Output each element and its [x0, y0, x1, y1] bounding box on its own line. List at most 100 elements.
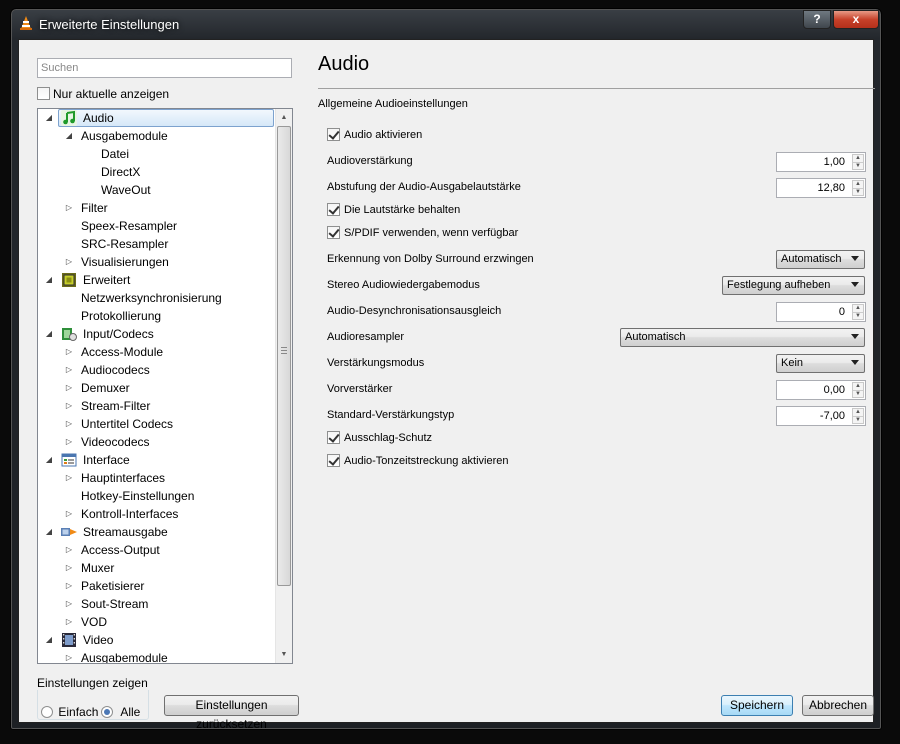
- option-checkbox-row[interactable]: Ausschlag-Schutz: [327, 431, 432, 444]
- tree-item[interactable]: ▷ Demuxer: [38, 379, 275, 397]
- tree-item[interactable]: Netzwerksynchronisierung: [38, 289, 275, 307]
- tree-item[interactable]: ▷ Stream-Filter: [38, 397, 275, 415]
- collapsed-arrow-icon[interactable]: ▷: [64, 379, 74, 397]
- option-spinbox[interactable]: 1,00: [776, 152, 866, 172]
- cancel-button[interactable]: Abbrechen: [802, 695, 874, 716]
- tree-item[interactable]: ◢ Video: [38, 631, 275, 649]
- option-checkbox-row[interactable]: Die Lautstärke behalten: [327, 203, 460, 216]
- tree-item[interactable]: Hotkey-Einstellungen: [38, 487, 275, 505]
- collapsed-arrow-icon[interactable]: ▷: [64, 541, 74, 559]
- expanded-arrow-icon[interactable]: ◢: [44, 523, 54, 541]
- expanded-arrow-icon[interactable]: ◢: [44, 271, 54, 289]
- option-checkbox[interactable]: [327, 226, 340, 239]
- save-button[interactable]: Speichern: [721, 695, 793, 716]
- expanded-arrow-icon[interactable]: ◢: [44, 631, 54, 649]
- spin-arrows-icon[interactable]: [852, 408, 864, 424]
- reset-button[interactable]: Einstellungen zurücksetzen: [164, 695, 299, 731]
- option-spinbox[interactable]: -7,00: [776, 406, 866, 426]
- spin-arrows-icon[interactable]: [852, 154, 864, 170]
- scroll-down-arrow-icon[interactable]: ▼: [276, 646, 292, 663]
- option-dropdown[interactable]: Kein: [776, 354, 865, 373]
- help-button[interactable]: ?: [803, 10, 831, 29]
- tree-item[interactable]: ◢ Ausgabemodule: [38, 127, 275, 145]
- collapsed-arrow-icon[interactable]: ▷: [64, 613, 74, 631]
- collapsed-arrow-icon[interactable]: ▷: [64, 559, 74, 577]
- tree-item[interactable]: ◢ Audio: [38, 109, 275, 127]
- radio-all[interactable]: Alle: [101, 704, 140, 719]
- tree-item[interactable]: Speex-Resampler: [38, 217, 275, 235]
- spin-arrows-icon[interactable]: [852, 180, 864, 196]
- chip-icon: [61, 272, 78, 288]
- option-dropdown[interactable]: Automatisch: [620, 328, 865, 347]
- collapsed-arrow-icon[interactable]: ▷: [64, 343, 74, 361]
- option-checkbox[interactable]: [327, 454, 340, 467]
- tree-item[interactable]: ◢ Interface: [38, 451, 275, 469]
- tree-item[interactable]: ▷ Kontroll-Interfaces: [38, 505, 275, 523]
- option-label: Die Lautstärke behalten: [344, 203, 461, 216]
- collapsed-arrow-icon[interactable]: ▷: [64, 595, 74, 613]
- collapsed-arrow-icon[interactable]: ▷: [64, 649, 74, 663]
- tree-scrollbar[interactable]: ▲ ▼: [275, 109, 292, 663]
- stream-icon: [61, 524, 78, 540]
- panel-subtitle: Allgemeine Audioeinstellungen: [318, 98, 468, 110]
- expanded-arrow-icon[interactable]: ◢: [44, 325, 54, 343]
- scroll-thumb[interactable]: [277, 126, 291, 586]
- tree-item[interactable]: ▷ Access-Output: [38, 541, 275, 559]
- option-checkbox-row[interactable]: Audio aktivieren: [327, 128, 422, 141]
- collapsed-arrow-icon[interactable]: ▷: [64, 433, 74, 451]
- option-checkbox[interactable]: [327, 203, 340, 216]
- only-current-checkbox[interactable]: [37, 87, 50, 101]
- option-dropdown[interactable]: Festlegung aufheben: [722, 276, 865, 295]
- tree-item[interactable]: ◢ Erweitert: [38, 271, 275, 289]
- tree-item[interactable]: ▷ Ausgabemodule: [38, 649, 275, 663]
- tree-item[interactable]: ▷ Videocodecs: [38, 433, 275, 451]
- scroll-up-arrow-icon[interactable]: ▲: [276, 109, 292, 126]
- collapsed-arrow-icon[interactable]: ▷: [64, 361, 74, 379]
- tree-item[interactable]: ▷ Hauptinterfaces: [38, 469, 275, 487]
- collapsed-arrow-icon[interactable]: ▷: [64, 199, 74, 217]
- option-checkbox[interactable]: [327, 128, 340, 141]
- collapsed-arrow-icon[interactable]: ▷: [64, 415, 74, 433]
- only-current-checkbox-row[interactable]: Nur aktuelle anzeigen: [37, 86, 169, 101]
- tree-item[interactable]: WaveOut: [38, 181, 275, 199]
- collapsed-arrow-icon[interactable]: ▷: [64, 577, 74, 595]
- expanded-arrow-icon[interactable]: ◢: [44, 109, 54, 127]
- tree-item[interactable]: DirectX: [38, 163, 275, 181]
- tree-item[interactable]: Datei: [38, 145, 275, 163]
- spin-arrows-icon[interactable]: [852, 382, 864, 398]
- radio-all-button[interactable]: [101, 705, 113, 718]
- option-spinbox[interactable]: 12,80: [776, 178, 866, 198]
- tree-item[interactable]: ◢ Streamausgabe: [38, 523, 275, 541]
- option-checkbox-row[interactable]: Audio-Tonzeitstreckung aktivieren: [327, 454, 508, 467]
- category-tree[interactable]: ◢ Audio ◢ Ausgabemodule Datei DirectX WaveOut ▷…: [37, 108, 293, 664]
- tree-item[interactable]: ▷ Sout-Stream: [38, 595, 275, 613]
- close-button[interactable]: x: [833, 10, 879, 29]
- tree-item[interactable]: ▷ Paketisierer: [38, 577, 275, 595]
- option-spinbox[interactable]: 0: [776, 302, 866, 322]
- tree-item[interactable]: SRC-Resampler: [38, 235, 275, 253]
- option-dropdown[interactable]: Automatisch: [776, 250, 865, 269]
- tree-item[interactable]: ▷ Audiocodecs: [38, 361, 275, 379]
- tree-item[interactable]: ▷ Visualisierungen: [38, 253, 275, 271]
- expanded-arrow-icon[interactable]: ◢: [44, 451, 54, 469]
- radio-simple-button[interactable]: [41, 705, 53, 718]
- tree-item[interactable]: ▷ Untertitel Codecs: [38, 415, 275, 433]
- tree-item[interactable]: ▷ Muxer: [38, 559, 275, 577]
- collapsed-arrow-icon[interactable]: ▷: [64, 469, 74, 487]
- spin-arrows-icon[interactable]: [852, 304, 864, 320]
- collapsed-arrow-icon[interactable]: ▷: [64, 397, 74, 415]
- tree-item[interactable]: ▷ VOD: [38, 613, 275, 631]
- radio-simple[interactable]: Einfach: [41, 704, 98, 719]
- collapsed-arrow-icon[interactable]: ▷: [64, 505, 74, 523]
- option-spinbox[interactable]: 0,00: [776, 380, 866, 400]
- tree-item[interactable]: ▷ Filter: [38, 199, 275, 217]
- search-input[interactable]: Suchen: [37, 58, 292, 78]
- title-bar[interactable]: Erweiterte Einstellungen ? x: [11, 9, 881, 39]
- option-checkbox[interactable]: [327, 431, 340, 444]
- option-checkbox-row[interactable]: S/PDIF verwenden, wenn verfügbar: [327, 226, 518, 239]
- expanded-arrow-icon[interactable]: ◢: [64, 127, 74, 145]
- tree-item[interactable]: ▷ Access-Module: [38, 343, 275, 361]
- collapsed-arrow-icon[interactable]: ▷: [64, 253, 74, 271]
- tree-item[interactable]: Protokollierung: [38, 307, 275, 325]
- tree-item[interactable]: ◢ Input/Codecs: [38, 325, 275, 343]
